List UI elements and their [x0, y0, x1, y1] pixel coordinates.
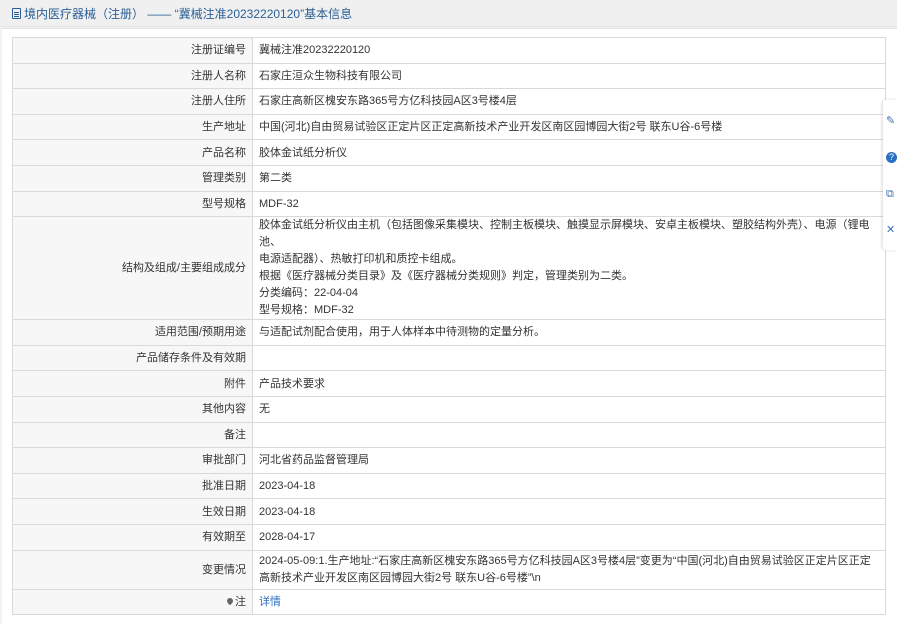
row-value: 中国(河北)自由贸易试验区正定片区正定高新技术产业开发区南区园博园大街2号 联东… — [252, 113, 886, 141]
row-label: 产品名称 — [12, 139, 253, 166]
row-value: 胶体金试纸分析仪 — [252, 139, 886, 166]
pin-icon — [225, 596, 235, 606]
row-value — [252, 421, 886, 449]
row-value: 2028-04-17 — [252, 523, 886, 551]
row-value: 2023-04-18 — [252, 472, 886, 500]
structure-line: 分类编码：22-04-04 — [259, 287, 359, 300]
row-value: 详情 — [252, 588, 886, 616]
row-label: 批准日期 — [12, 472, 253, 500]
table-row: 备注 — [12, 421, 886, 449]
structure-line: 型号规格：MDF-32 — [259, 304, 354, 317]
copy-icon[interactable]: ⧉ — [886, 189, 896, 200]
detail-panel: 注册证编号 冀械注准20232220120 注册人名称 石家庄洹众生物科技有限公司 … — [2, 28, 897, 624]
row-value: 产品技术要求 — [252, 370, 886, 397]
row-label: 审批部门 — [12, 447, 253, 474]
row-label: 有效期至 — [12, 523, 253, 551]
row-label: 生产地址 — [12, 113, 253, 141]
row-label: 变更情况 — [12, 549, 253, 590]
table-row: 生效日期 2023-04-18 — [12, 498, 886, 525]
table-row: 批准日期 2023-04-18 — [12, 472, 886, 500]
row-label: 结构及组成/主要组成成分 — [12, 216, 253, 321]
details-link[interactable]: 详情 — [259, 596, 281, 608]
row-label: 注册人名称 — [12, 62, 253, 90]
close-icon[interactable]: ✕ — [886, 225, 896, 236]
row-label: 注册人住所 — [12, 88, 253, 115]
page-header: 境内医疗器械（注册） —— “冀械注准20232220120”基本信息 — [0, 0, 897, 27]
table-row: 产品名称 胶体金试纸分析仪 — [12, 139, 886, 166]
help-icon[interactable]: ? — [886, 152, 897, 163]
row-label: 注 — [12, 588, 253, 616]
table-row: 有效期至 2028-04-17 — [12, 523, 886, 551]
row-label: 适用范围/预期用途 — [12, 319, 253, 346]
row-label: 附件 — [12, 370, 253, 397]
table-row: 注册人名称 石家庄洹众生物科技有限公司 — [12, 62, 886, 90]
row-value: 第二类 — [252, 164, 886, 192]
row-label: 备注 — [12, 421, 253, 449]
row-value: 石家庄高新区槐安东路365号方亿科技园A区3号楼4层 — [252, 88, 886, 115]
structure-line: 胶体金试纸分析仪由主机（包括图像采集模块、控制主板模块、触摸显示屏模块、安卓主板… — [259, 219, 870, 249]
row-value — [252, 344, 886, 372]
info-table: 注册证编号 冀械注准20232220120 注册人名称 石家庄洹众生物科技有限公司 … — [12, 37, 886, 616]
page-title: 境内医疗器械（注册） —— “冀械注准20232220120”基本信息 — [24, 6, 353, 21]
side-toolbar: ✎ ? ⧉ ✕ — [883, 100, 897, 250]
table-row: 注 详情 — [12, 588, 886, 616]
table-row: 适用范围/预期用途 与适配试剂配合使用，用于人体样本中待测物的定量分析。 — [12, 319, 886, 346]
document-icon — [12, 7, 21, 19]
row-value: 胶体金试纸分析仪由主机（包括图像采集模块、控制主板模块、触摸显示屏模块、安卓主板… — [252, 216, 886, 321]
row-value: 2023-04-18 — [252, 498, 886, 525]
edit-icon[interactable]: ✎ — [886, 116, 896, 127]
structure-line: 电源适配器）、热敏打印机和质控卡组成。 — [259, 253, 463, 266]
row-value: 2024-05-09:1.生产地址:“石家庄高新区槐安东路365号方亿科技园A区… — [252, 549, 886, 590]
table-row: 注册证编号 冀械注准20232220120 — [12, 37, 886, 64]
row-value: 河北省药品监督管理局 — [252, 447, 886, 474]
row-label: 注册证编号 — [12, 37, 253, 64]
change-line: 高新技术产业开发区南区园博园大街2号 联东U谷-6号楼”\n — [259, 571, 541, 584]
table-row: 生产地址 中国(河北)自由贸易试验区正定片区正定高新技术产业开发区南区园博园大街2… — [12, 113, 886, 141]
row-label: 生效日期 — [12, 498, 253, 525]
row-label: 产品储存条件及有效期 — [12, 344, 253, 372]
table-row: 附件 产品技术要求 — [12, 370, 886, 397]
table-row: 其他内容无 — [12, 395, 886, 423]
table-row: 变更情况 2024-05-09:1.生产地址:“石家庄高新区槐安东路365号方亿… — [12, 549, 886, 590]
row-value: 石家庄洹众生物科技有限公司 — [252, 62, 886, 90]
row-label: 型号规格 — [12, 190, 253, 218]
table-row: 型号规格 MDF-32 — [12, 190, 886, 218]
row-value: MDF-32 — [252, 190, 886, 218]
structure-line: 根据《医疗器械分类目录》及《医疗器械分类规则》判定，管理类别为二类。 — [259, 270, 633, 283]
row-label: 管理类别 — [12, 164, 253, 192]
table-row: 审批部门 河北省药品监督管理局 — [12, 447, 886, 474]
row-value: 无 — [252, 395, 886, 423]
row-label: 其他内容 — [12, 395, 253, 423]
row-value: 冀械注准20232220120 — [252, 37, 886, 64]
change-line: 2024-05-09:1.生产地址:“石家庄高新区槐安东路365号方亿科技园A区… — [259, 554, 871, 567]
table-row: 注册人住所 石家庄高新区槐安东路365号方亿科技园A区3号楼4层 — [12, 88, 886, 115]
table-row: 产品储存条件及有效期 — [12, 344, 886, 372]
table-row: 结构及组成/主要组成成分 胶体金试纸分析仪由主机（包括图像采集模块、控制主板模块… — [12, 216, 886, 321]
table-row: 管理类别 第二类 — [12, 164, 886, 192]
note-label: 注 — [235, 595, 246, 608]
row-value: 与适配试剂配合使用，用于人体样本中待测物的定量分析。 — [252, 319, 886, 346]
